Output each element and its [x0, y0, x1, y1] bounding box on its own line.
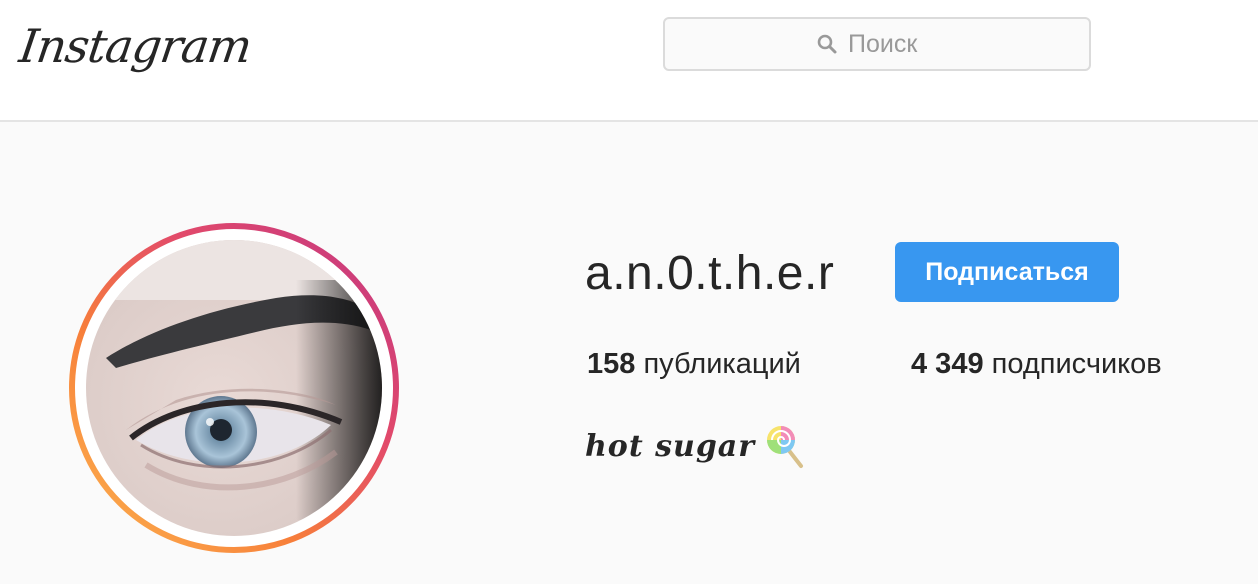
- instagram-logo[interactable]: Instagram: [16, 16, 255, 76]
- profile-bio: hot sugar: [585, 424, 805, 470]
- avatar-photo: [86, 240, 382, 536]
- search-box[interactable]: [663, 17, 1091, 71]
- followers-count: 4 349: [911, 348, 984, 380]
- search-icon: [817, 34, 837, 54]
- posts-count-stat: 158 публикаций: [587, 346, 801, 382]
- profile-username: a.n.0.t.h.e.r: [585, 247, 835, 300]
- bio-text: hot sugar: [585, 429, 756, 464]
- top-navigation-bar: Instagram: [0, 0, 1258, 122]
- lollipop-icon: [767, 426, 804, 468]
- eye-photo: [86, 240, 382, 536]
- search-box-inner: [665, 19, 1089, 69]
- posts-label: публикаций: [643, 348, 801, 380]
- search-input[interactable]: [848, 29, 938, 59]
- profile-avatar[interactable]: [68, 222, 400, 554]
- followers-label: подписчиков: [991, 348, 1162, 380]
- followers-count-stat[interactable]: 4 349 подписчиков: [911, 346, 1162, 382]
- posts-count: 158: [587, 348, 636, 380]
- follow-button[interactable]: Подписаться: [895, 242, 1119, 302]
